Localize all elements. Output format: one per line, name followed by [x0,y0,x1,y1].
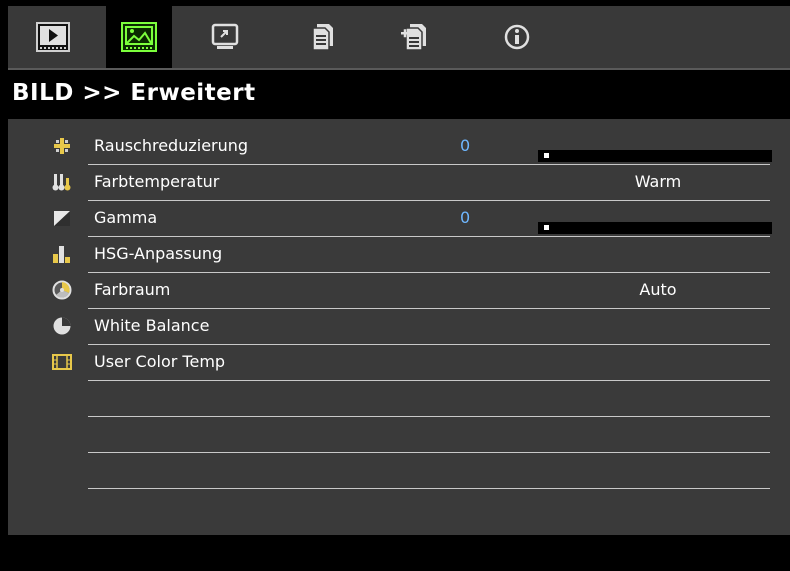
menu-item-farbtemperatur[interactable]: Farbtemperatur Warm [8,165,790,201]
menu-item-label: User Color Temp [94,352,226,371]
empty-menu-row [8,453,790,489]
tab-film-play[interactable] [20,6,86,68]
menu-item-user-color-temp[interactable]: User Color Temp [8,345,790,381]
footer-bar [8,535,790,571]
tab-document-add[interactable] [382,6,448,68]
menu-item-label: Gamma [94,208,158,227]
menu-item-label: Farbraum [94,280,171,299]
noise-icon [54,138,70,154]
noise-reduction-slider[interactable] [538,150,772,162]
row-divider [88,488,770,489]
menu-panel: Rauschreduzierung 0 Farbtemperatur Warm [8,119,790,535]
color-wheel-icon [52,280,72,300]
slider-value: 0 [460,136,471,155]
thermometer-icon [52,174,71,191]
menu-item-hsg-anpassung[interactable]: HSG-Anpassung [8,237,790,273]
setting-value[interactable]: Warm [598,172,718,191]
menu-item-label: Rauschreduzierung [94,136,249,155]
menu-item-label: HSG-Anpassung [94,244,223,263]
info-icon [504,24,530,50]
slider-knob[interactable] [544,153,549,158]
pie-icon [53,317,71,335]
empty-menu-row [8,417,790,453]
setting-value[interactable]: Auto [598,280,718,299]
display-icon [211,23,239,49]
tab-document[interactable] [290,6,356,68]
tab-display[interactable] [192,6,258,68]
tab-picture[interactable] [106,6,172,68]
film-play-icon [36,22,70,52]
document-icon [312,24,333,51]
slider-value: 0 [460,208,471,227]
bars-icon [53,246,70,263]
page-header: BILD >> Erweitert [8,68,790,119]
gamma-icon [54,211,70,226]
document-add-icon [401,24,426,51]
menu-item-label: White Balance [94,316,210,335]
page-title: BILD >> Erweitert [12,80,256,106]
empty-menu-row [8,381,790,417]
tab-bar [8,6,790,68]
slider-knob[interactable] [544,225,549,230]
menu-item-white-balance[interactable]: White Balance [8,309,790,345]
menu-item-label: Farbtemperatur [94,172,220,191]
film-strip-icon [52,354,72,370]
menu-item-gamma[interactable]: Gamma 0 [8,201,790,237]
tab-info[interactable] [484,6,550,68]
menu-item-farbraum[interactable]: Farbraum Auto [8,273,790,309]
menu-item-rauschreduzierung[interactable]: Rauschreduzierung 0 [8,129,790,165]
gamma-slider[interactable] [538,222,772,234]
osd-menu: BILD >> Erweitert Rauschreduzierung 0 Fa… [0,0,790,571]
picture-icon [121,22,157,52]
